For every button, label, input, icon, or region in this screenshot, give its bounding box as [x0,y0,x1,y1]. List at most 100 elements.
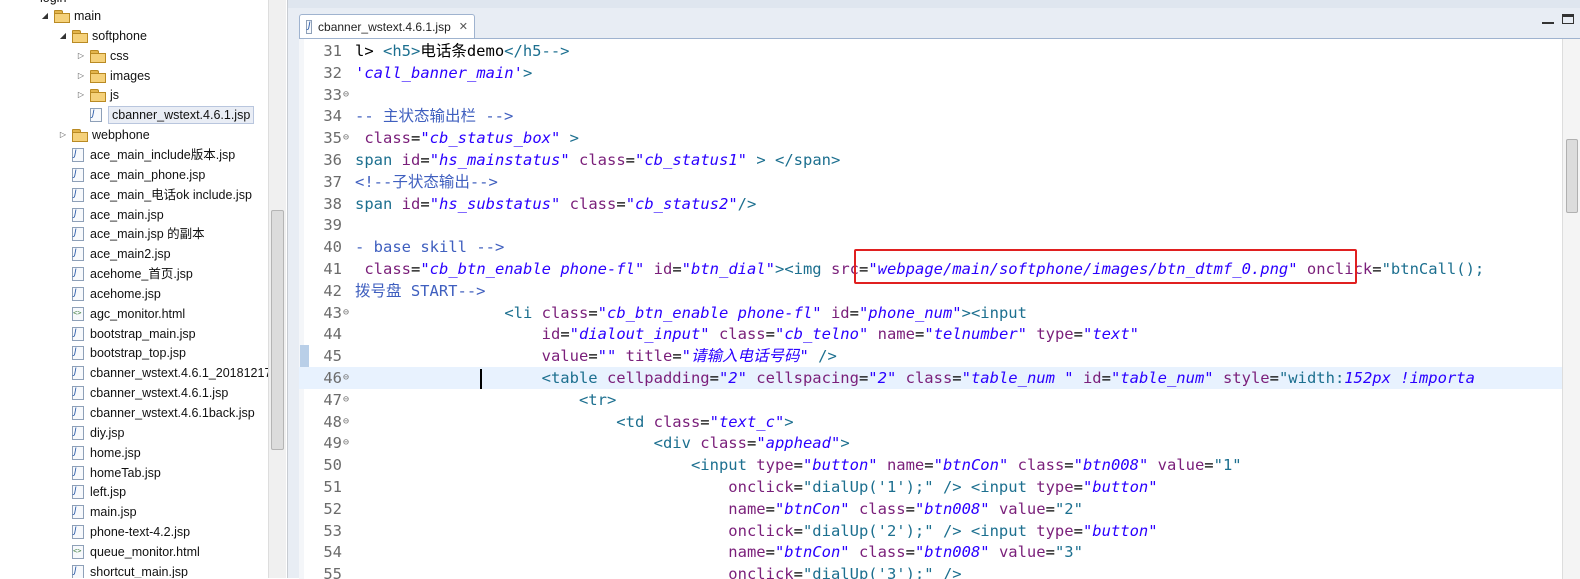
close-icon[interactable]: ✕ [459,20,468,33]
maximize-icon[interactable] [1562,14,1574,24]
tree-item[interactable]: agc_monitor.html [58,304,185,324]
code-line[interactable]: 52 name="btnCon" class="btn008" value="2… [299,498,1580,520]
code-token: "btn008" [914,543,990,562]
tree-item[interactable]: ◢ main [40,6,101,26]
tree-item[interactable]: ▷ images [76,66,150,86]
tree-item[interactable]: shortcut_main.jsp [58,562,188,578]
code-line[interactable]: 34 -- 主状态输出栏 --> [299,105,1580,127]
tree-item[interactable]: ace_main_include版本.jsp [58,145,235,165]
tree-item[interactable]: acehome.jsp [58,284,161,304]
tree-item[interactable]: ace_main_电话ok include.jsp [58,185,252,205]
line-number: 50 [323,456,342,475]
code-line[interactable]: 48 ⊖ <td class="text_c"> [299,411,1580,433]
code-line[interactable]: 44 id="dialout_input" class="cb_telno" n… [299,323,1580,345]
fold-icon[interactable]: ⊖ [343,389,349,411]
tree-item-label: ace_main_phone.jsp [90,167,206,182]
tree-item-label: bootstrap_top.jsp [90,346,186,361]
explorer-scrollbar-thumb[interactable] [271,210,284,450]
tree-item[interactable]: ◢ softphone [58,26,147,46]
code-token: = [1064,456,1074,475]
expand-arrow-icon[interactable]: ▷ [58,125,68,145]
tree-item[interactable]: ▷ js [76,85,119,105]
code-line[interactable]: 46 ⊖ <table cellpadding="2" cellspacing="… [299,367,1580,389]
code-line[interactable]: 35 ⊖ class="cb_status_box" > [299,127,1580,149]
code-token: class [569,151,626,169]
tree-item[interactable]: bootstrap_top.jsp [58,343,186,363]
fold-icon[interactable]: ⊖ [343,432,349,454]
code-line[interactable]: 38 span id="hs_substatus" class="cb_statu… [299,193,1580,215]
expand-arrow-icon[interactable]: ▷ [76,85,86,105]
tree-item[interactable]: queue_monitor.html [58,542,200,562]
code-line[interactable]: 54 name="btnCon" class="btn008" value="3… [299,541,1580,563]
collapse-arrow-icon[interactable]: ◢ [40,6,50,26]
code-line[interactable]: 32 'call_banner_main'> [299,62,1580,84]
code-editor[interactable]: 31 l> <h5>电话条demo</h5--> 32 'call_banner_ma… [299,38,1580,579]
tree-item[interactable]: cbanner_wstext.4.6.1.jsp [58,383,228,403]
tree-item[interactable]: cbanner_wstext.4.6.1_20181217ba [58,363,285,383]
code-token: "hs_substatus" [429,194,561,213]
tree-item[interactable]: diy.jsp [58,423,125,443]
code-line[interactable]: 47 ⊖ <tr> [299,389,1580,411]
tree-item[interactable]: phone-text-4.2.jsp [58,522,190,542]
collapse-arrow-icon[interactable]: ◢ [58,26,68,46]
fold-icon[interactable]: ⊖ [343,127,349,149]
code-line[interactable]: 53 onclick="dialUp('2');" /> <input type… [299,520,1580,542]
tree-item[interactable]: main.jsp [58,502,137,522]
editor-scrollbar-thumb[interactable] [1566,139,1578,213]
code-token: = [588,347,598,366]
line-number: 41 [323,260,342,278]
code-line[interactable]: 55 onclick="dialUp('3');" /> [299,563,1580,579]
code-line[interactable]: 50 <input type="button" name="btnCon" cl… [299,454,1580,476]
code-line[interactable]: 36 span id="hs_mainstatus" class="cb_stat… [299,149,1580,171]
code-token: value [541,347,589,366]
tree-item[interactable]: cbanner_wstext.4.6.1.jsp [76,105,255,125]
tree-item[interactable]: acehome_首页.jsp [58,264,193,284]
code-token: = [905,499,915,518]
jsp-file-icon [72,425,84,440]
tree-item[interactable]: home.jsp [58,443,141,463]
code-token: = [765,499,775,518]
code-line[interactable]: 51 onclick="dialUp('1');" /> <input type… [299,476,1580,498]
code-token: /> [933,565,962,579]
code-line[interactable]: 39 [299,214,1580,236]
minimize-icon[interactable] [1542,14,1554,24]
code-line[interactable]: 37 <!--子状态输出--> [299,171,1580,193]
fold-icon[interactable]: ⊖ [343,84,349,106]
expand-arrow-icon[interactable]: ▷ [76,46,86,66]
fold-icon[interactable]: ⊖ [343,367,349,389]
code-line[interactable]: 49 ⊖ <div class="apphead"> [299,432,1580,454]
code-token: > </span> [747,151,841,169]
code-token: = [672,347,682,366]
code-line[interactable]: 31 l> <h5>电话条demo</h5--> [299,40,1580,62]
toolbar-strip [288,0,1580,8]
code-token: "1" [1213,456,1242,475]
tree-item[interactable]: ace_main_phone.jsp [58,165,205,185]
code-line[interactable]: 43 ⊖ <li class="cb_btn_enable phone-fl" i… [299,302,1580,324]
code-line[interactable]: 45 value="" title="请输入电话号码" /> [299,345,1580,367]
tree-item[interactable]: ace_main2.jsp [58,244,171,264]
folder-icon [72,129,88,143]
code-token: ><input [961,303,1027,322]
code-token: "phone_num" [858,303,962,322]
tree-item[interactable]: bootstrap_main.jsp [58,324,196,344]
fold-icon[interactable]: ⊖ [343,411,349,433]
line-number: 38 [323,194,342,213]
tab-cbanner-jsp[interactable]: cbanner_wstext.4.6.1.jsp ✕ [299,14,475,38]
code-token: type [1026,325,1074,344]
code-token: class [700,434,747,453]
tree-item[interactable]: ace_main.jsp [58,205,164,225]
fold-icon[interactable]: ⊖ [343,302,349,324]
editor-scrollbar[interactable] [1562,39,1580,579]
tree-item[interactable]: cbanner_wstext.4.6.1back.jsp [58,403,255,423]
code-line[interactable]: 33 ⊖ [299,84,1580,106]
tree-item[interactable]: ▷ webphone [58,125,150,145]
code-token: id [644,260,673,278]
code-token: "btn008" [914,499,990,518]
expand-arrow-icon[interactable]: ▷ [76,66,86,86]
tree-item[interactable]: homeTab.jsp [58,463,161,483]
tree-item[interactable]: ace_main.jsp 的副本 [58,224,205,244]
tree-item[interactable]: left.jsp [58,482,126,502]
tree-item[interactable]: ▷ css [76,46,129,66]
